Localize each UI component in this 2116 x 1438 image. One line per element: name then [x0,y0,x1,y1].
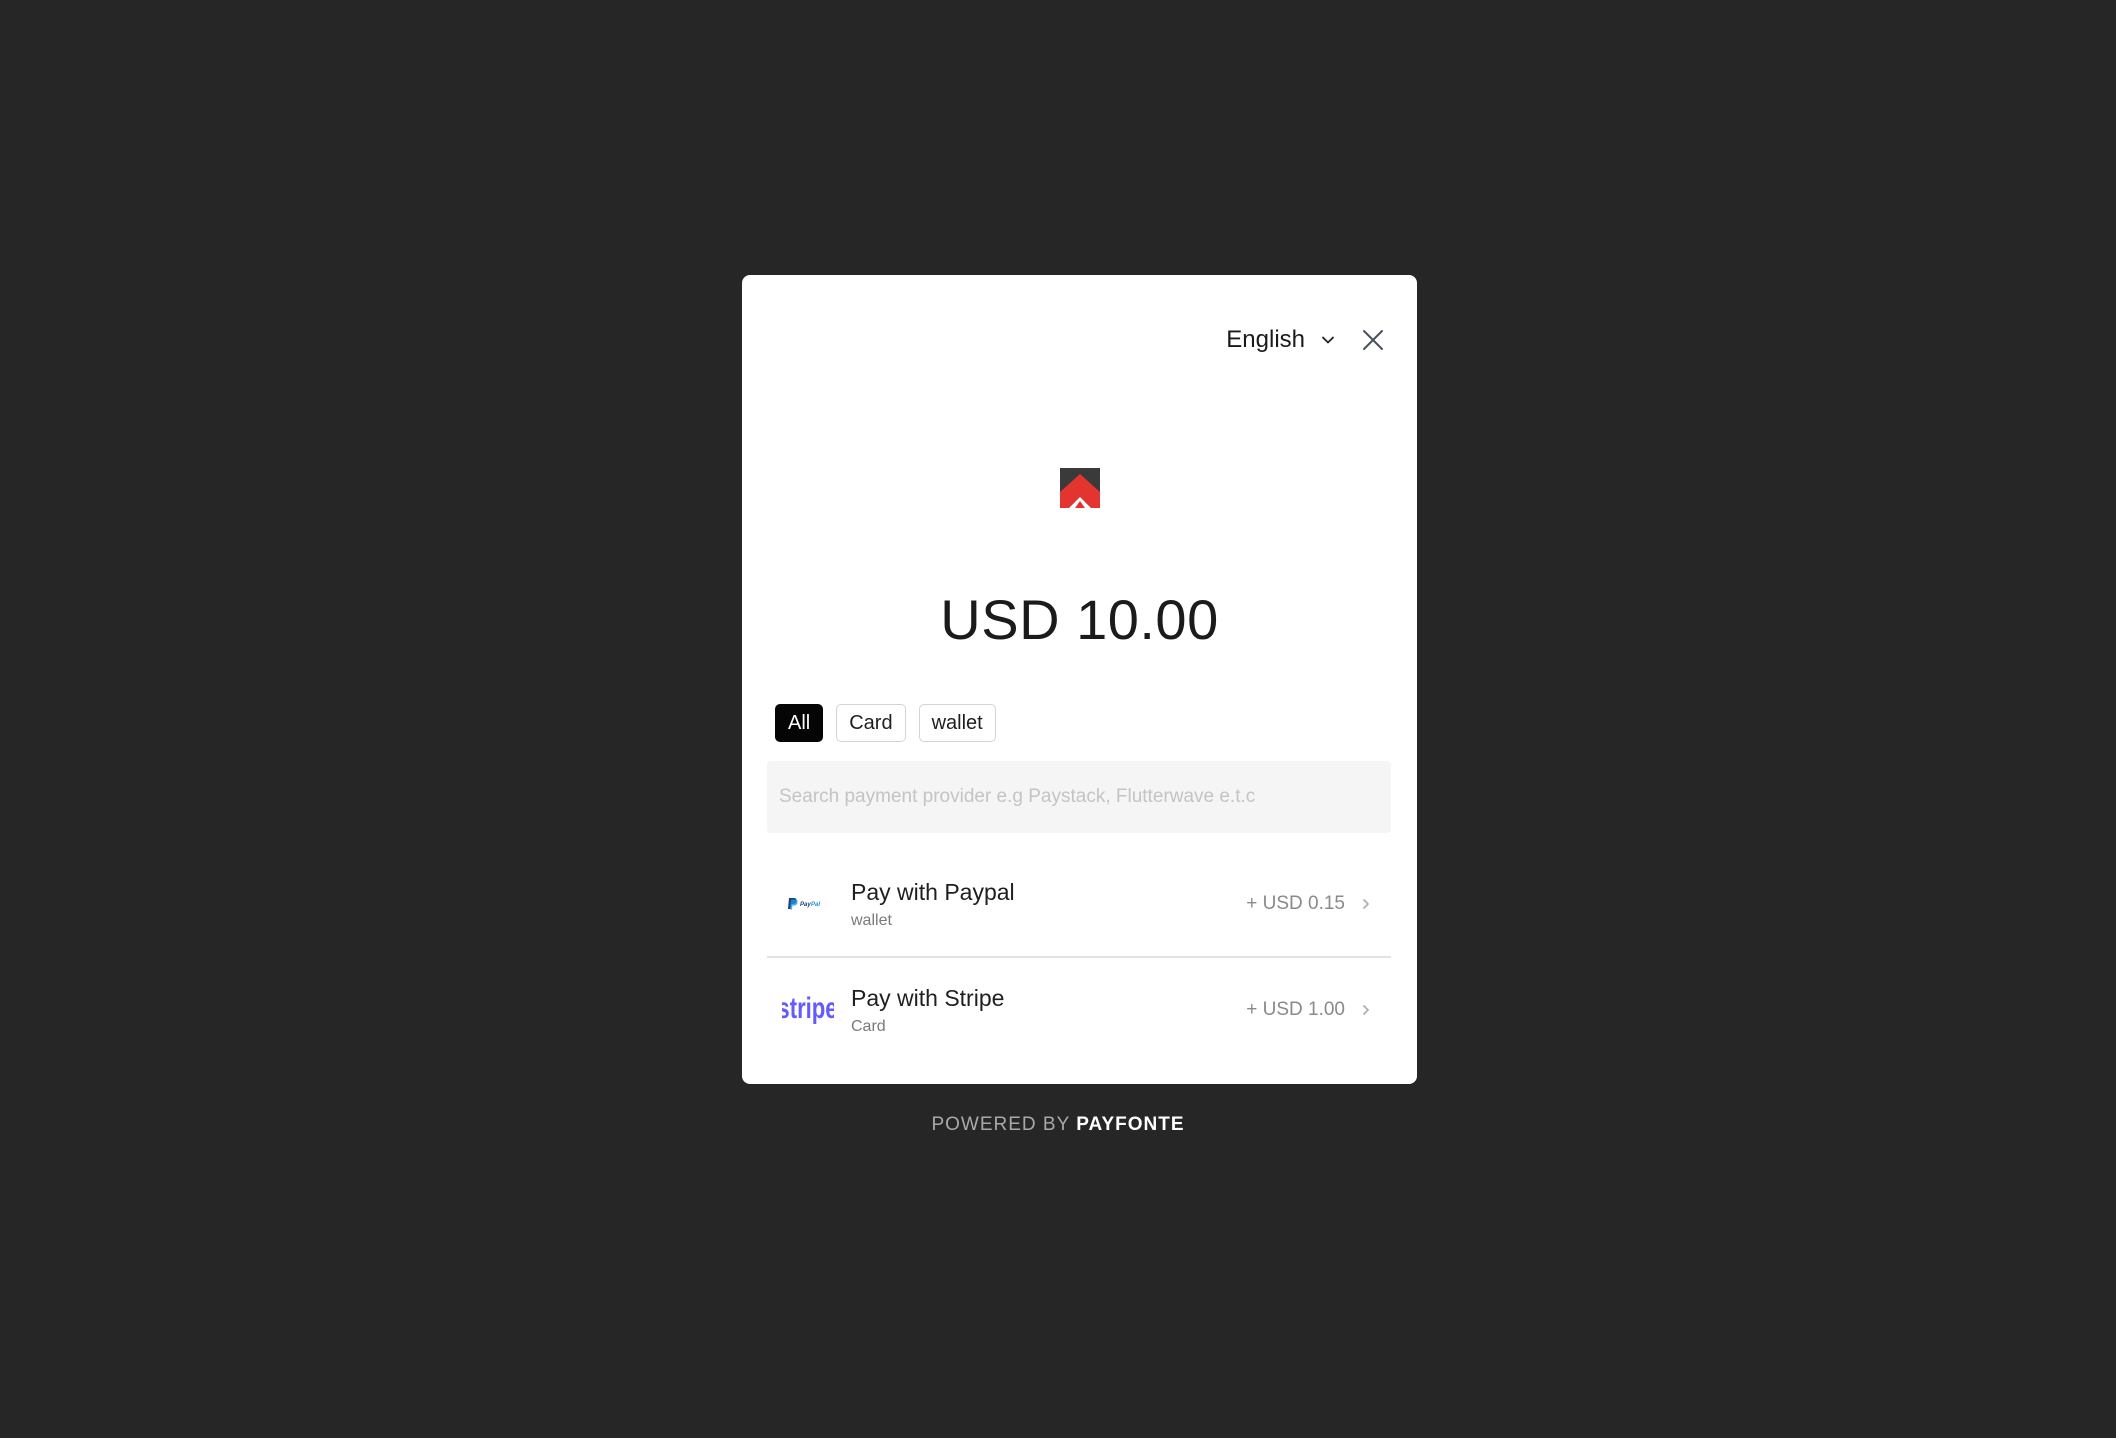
stripe-logo-icon: stripe [775,980,841,1040]
provider-title: Pay with Paypal [851,878,1015,905]
svg-text:stripe: stripe [782,991,834,1025]
provider-text: Pay with Stripe Card [851,985,1246,1036]
powered-by-label: POWERED BY [931,1114,1070,1135]
provider-list: Pay Pal Pay with Paypal wallet + USD 0.1… [767,852,1391,1062]
provider-title: Pay with Stripe [851,984,1005,1011]
filter-all[interactable]: All [775,704,824,742]
powered-by-brand: PAYFONTE [1076,1114,1185,1135]
paypal-logo-icon: Pay Pal [775,874,841,934]
provider-search-input[interactable] [767,761,1391,833]
provider-fee: + USD 1.00 [1246,999,1345,1020]
payment-modal: English USD 10.00 All Card wallet Search… [742,275,1417,1084]
filter-card[interactable]: Card [836,704,906,742]
language-label: English [1226,326,1305,353]
provider-fee: + USD 0.15 [1246,893,1345,914]
merchant-logo [1060,468,1100,508]
payment-filter-tabs: All Card wallet [775,704,996,742]
close-icon[interactable] [1361,328,1385,352]
language-selector[interactable]: English [1226,326,1337,354]
powered-by-footer: POWERED BY PAYFONTE [0,1114,2116,1136]
provider-row-paypal[interactable]: Pay Pal Pay with Paypal wallet + USD 0.1… [767,852,1391,956]
svg-text:Pal: Pal [811,902,820,908]
provider-text: Pay with Paypal wallet [851,879,1246,930]
modal-topbar: English [1226,275,1417,405]
provider-type: wallet [851,911,892,929]
chevron-right-icon [1359,897,1373,911]
svg-text:Pay: Pay [800,902,811,908]
filter-wallet[interactable]: wallet [918,704,996,742]
payment-amount: USD 10.00 [940,588,1219,651]
chevron-right-icon [1359,1003,1373,1017]
chevron-down-icon [1319,331,1337,349]
provider-row-stripe[interactable]: stripe Pay with Stripe Card + USD 1.00 [767,956,1391,1062]
provider-type: Card [851,1017,886,1035]
